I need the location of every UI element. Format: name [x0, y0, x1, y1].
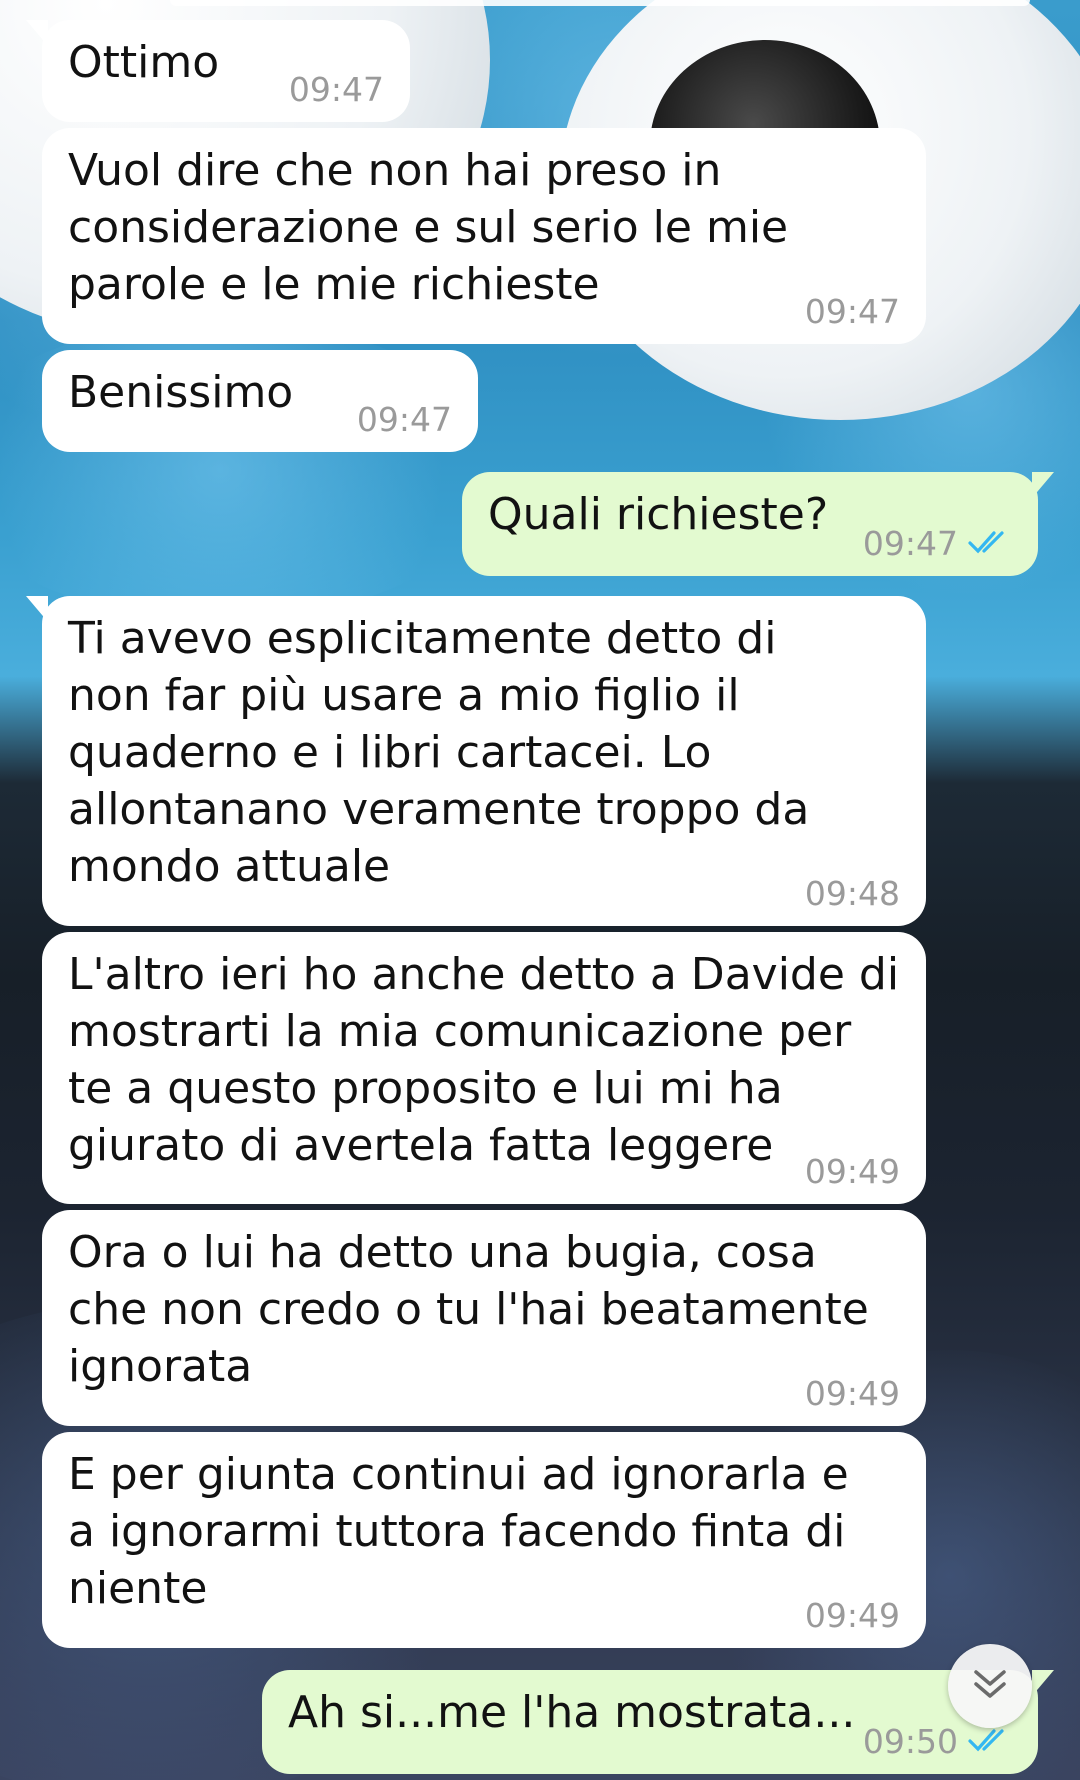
double-chevron-down-icon	[970, 1664, 1010, 1708]
message-bubble-incoming[interactable]: Ora o lui ha detto una bugia, cosa che n…	[42, 1210, 926, 1426]
message-text: L'altro ieri ho anche detto a Davide di …	[68, 949, 900, 1171]
message-time: 09:48	[804, 874, 900, 913]
message-text: Ora o lui ha detto una bugia, cosa che n…	[68, 1227, 869, 1392]
bubble-tail	[1032, 1670, 1054, 1696]
message-time: 09:49	[804, 1152, 900, 1191]
message-bubble-incoming[interactable]: Vuol dire che non hai preso in considera…	[42, 128, 926, 344]
bubble-tail	[1032, 472, 1054, 498]
message-text: Ti avevo esplicitamente detto di non far…	[68, 613, 810, 892]
bubble-tail	[26, 596, 48, 622]
message-text: E per giunta continui ad ignorarla e a i…	[68, 1449, 849, 1614]
message-bubble-incoming[interactable]: E per giunta continui ad ignorarla e a i…	[42, 1432, 926, 1648]
message-time: 09:49	[804, 1596, 900, 1635]
chat-messages[interactable]: Ottimo 09:47 Vuol dire che non hai preso…	[0, 0, 1080, 1780]
double-check-icon	[968, 526, 1012, 562]
message-bubble-incoming[interactable]: Ottimo 09:47	[26, 20, 410, 122]
message-time: 09:50	[862, 1722, 958, 1761]
message-bubble-incoming[interactable]: Ti avevo esplicitamente detto di non far…	[26, 596, 926, 926]
message-text: Vuol dire che non hai preso in considera…	[68, 145, 789, 310]
message-bubble-outgoing[interactable]: Ah si...me l'ha mostrata... 09:50	[262, 1670, 1054, 1774]
message-time: 09:47	[356, 400, 452, 439]
message-time: 09:47	[862, 524, 958, 563]
bubble-tail	[26, 20, 48, 46]
double-check-icon	[968, 1724, 1012, 1760]
message-bubble-incoming[interactable]: Benissimo 09:47	[42, 350, 478, 452]
message-time: 09:47	[804, 292, 900, 331]
message-time: 09:47	[288, 70, 384, 109]
scroll-to-bottom-button[interactable]	[948, 1644, 1032, 1728]
message-bubble-incoming[interactable]: L'altro ieri ho anche detto a Davide di …	[42, 932, 926, 1204]
message-time: 09:49	[804, 1374, 900, 1413]
message-bubble-outgoing[interactable]: Quali richieste? 09:47	[462, 472, 1054, 576]
